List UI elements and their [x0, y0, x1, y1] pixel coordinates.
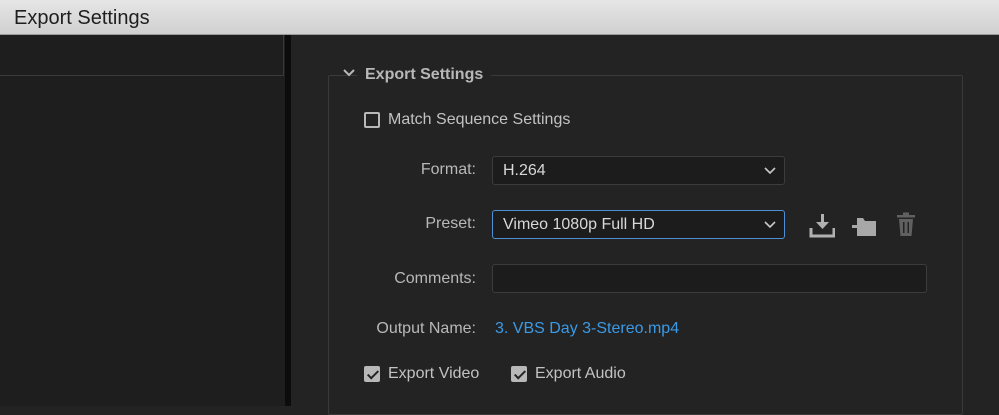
comments-label: Comments:: [394, 270, 476, 287]
format-value: H.264: [503, 162, 546, 179]
window-title: Export Settings: [14, 7, 150, 29]
export-audio-label: Export Audio: [535, 365, 626, 382]
preset-label: Preset:: [425, 215, 476, 232]
chevron-down-icon: [764, 221, 776, 229]
chevron-down-icon: [764, 167, 776, 175]
comments-field[interactable]: [492, 264, 927, 293]
export-audio-checkbox[interactable]: Export Audio: [511, 365, 626, 383]
match-sequence-label: Match Sequence Settings: [388, 111, 571, 128]
source-tab-strip: [0, 35, 284, 76]
preset-value: Vimeo 1080p Full HD: [503, 216, 655, 233]
import-preset-icon[interactable]: [851, 212, 877, 238]
delete-preset-icon[interactable]: [893, 211, 919, 237]
output-name-label: Output Name:: [376, 320, 476, 337]
checkbox-checked-icon[interactable]: [511, 366, 527, 382]
preset-dropdown[interactable]: Vimeo 1080p Full HD: [492, 210, 785, 239]
export-video-label: Export Video: [388, 365, 480, 382]
source-panel: [0, 35, 285, 406]
format-dropdown[interactable]: H.264: [492, 156, 785, 185]
checkbox-unchecked-icon[interactable]: [364, 112, 380, 128]
export-video-checkbox[interactable]: Export Video: [364, 365, 479, 383]
window-titlebar: Export Settings: [0, 0, 999, 35]
save-preset-icon[interactable]: [809, 212, 835, 238]
format-label: Format:: [420, 161, 476, 178]
checkbox-checked-icon[interactable]: [364, 366, 380, 382]
output-name-link[interactable]: 3. VBS Day 3-Stereo.mp4: [495, 320, 679, 338]
section-title[interactable]: Export Settings: [357, 66, 492, 84]
match-sequence-checkbox[interactable]: Match Sequence Settings: [364, 111, 570, 129]
